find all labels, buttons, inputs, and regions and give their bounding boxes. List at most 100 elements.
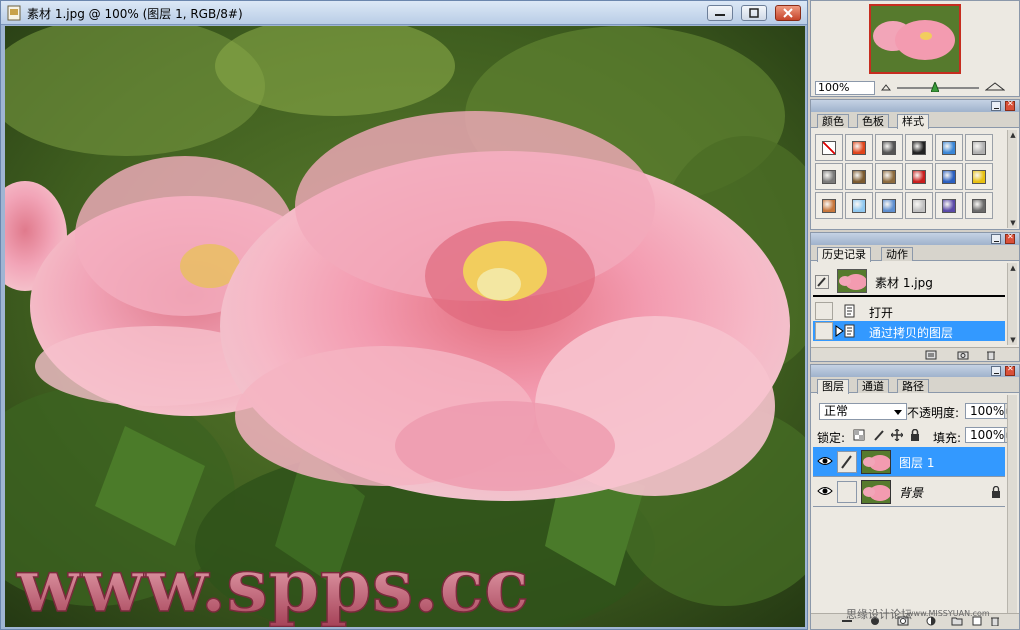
tab-layers[interactable]: 图层	[817, 379, 849, 394]
layers-panel-close-button[interactable]	[1005, 364, 1015, 376]
style-swatch[interactable]	[905, 192, 933, 219]
history-snapshot-row[interactable]: 素材 1.jpg	[813, 267, 1005, 297]
lock-position-icon[interactable]	[891, 429, 903, 441]
history-step-brush-source[interactable]	[815, 322, 833, 340]
style-swatch[interactable]	[875, 134, 903, 161]
tab-history[interactable]: 历史记录	[817, 247, 871, 262]
delete-layer-icon[interactable]	[989, 616, 1001, 626]
layer-name[interactable]: 背景	[899, 484, 923, 501]
scroll-down-icon[interactable]: ▼	[1009, 336, 1017, 344]
styles-panel-minimize-button[interactable]	[991, 101, 1001, 111]
blend-mode-select[interactable]: 正常	[819, 403, 907, 420]
layer-thumbnail	[861, 480, 891, 504]
tab-paths[interactable]: 路径	[897, 379, 929, 393]
style-swatch[interactable]	[965, 134, 993, 161]
chrome-style-icon	[822, 170, 836, 184]
tab-swatches[interactable]: 色板	[857, 114, 889, 128]
style-swatch[interactable]	[845, 134, 873, 161]
snapshot-thumbnail	[837, 269, 867, 293]
scroll-up-icon[interactable]: ▲	[1009, 131, 1017, 139]
tab-channels[interactable]: 通道	[857, 379, 889, 393]
layers-panel-header[interactable]	[811, 364, 1019, 377]
history-step-brush-source[interactable]	[815, 302, 833, 320]
style-swatch[interactable]	[935, 134, 963, 161]
lock-transparent-pixels-icon[interactable]	[853, 429, 865, 441]
peony-photo: www.spps.cc	[5, 26, 805, 627]
image-canvas[interactable]: www.spps.cc	[5, 26, 805, 627]
zoom-slider-knob[interactable]	[931, 82, 939, 92]
graphite-style-icon	[972, 199, 986, 213]
style-swatch[interactable]	[875, 192, 903, 219]
lock-all-icon[interactable]	[909, 429, 921, 441]
document-title: 素材 1.jpg @ 100% (图层 1, RGB/8#)	[27, 7, 243, 21]
layer-link-box[interactable]	[837, 481, 857, 503]
style-swatch[interactable]	[935, 163, 963, 190]
fill-label: 填充:	[933, 431, 962, 445]
snapshot-brush-icon[interactable]	[815, 275, 829, 289]
style-swatch[interactable]	[815, 192, 843, 219]
style-swatch[interactable]	[815, 134, 843, 161]
layer-name[interactable]: 图层 1	[899, 454, 934, 471]
red-style-icon	[912, 170, 926, 184]
style-swatch[interactable]	[965, 192, 993, 219]
gray-style-icon	[972, 141, 986, 155]
snapshot-preview-image	[838, 270, 866, 292]
lock-image-pixels-icon[interactable]	[873, 429, 885, 441]
close-button[interactable]	[775, 5, 801, 21]
history-step-open[interactable]: 打开	[813, 301, 1005, 321]
navigator-thumbnail[interactable]	[869, 4, 961, 74]
zoom-out-icon[interactable]	[881, 81, 891, 91]
document-window: 素材 1.jpg @ 100% (图层 1, RGB/8#) www.spps.…	[0, 0, 808, 630]
photoshop-workspace: 素材 1.jpg @ 100% (图层 1, RGB/8#) www.spps.…	[0, 0, 1020, 630]
layers-panel-minimize-button[interactable]	[991, 366, 1001, 376]
brown-style-icon	[852, 170, 866, 184]
document-title-bar[interactable]: 素材 1.jpg @ 100% (图层 1, RGB/8#)	[1, 1, 807, 25]
styles-scrollbar[interactable]: ▲ ▼	[1007, 130, 1017, 228]
style-swatch[interactable]	[905, 163, 933, 190]
eye-icon[interactable]	[817, 455, 833, 467]
create-snapshot-icon[interactable]	[957, 350, 969, 360]
history-panel-close-button[interactable]	[1005, 232, 1015, 244]
delete-state-icon[interactable]	[985, 350, 997, 360]
scroll-down-icon[interactable]: ▼	[1009, 219, 1017, 227]
tab-color[interactable]: 颜色	[817, 114, 849, 128]
maximize-button[interactable]	[741, 5, 767, 21]
layer-row-background[interactable]: 背景	[813, 477, 1005, 507]
glow-style-icon	[852, 141, 866, 155]
layer-row-layer-1[interactable]: 图层 1	[813, 447, 1005, 477]
history-panel-header[interactable]	[811, 232, 1019, 245]
history-step-icon	[844, 304, 855, 318]
styles-panel: 颜色 色板 样式 ▲ ▼	[810, 99, 1020, 230]
style-swatch[interactable]	[875, 163, 903, 190]
navigator-preview-image	[871, 6, 959, 72]
history-scrollbar[interactable]: ▲ ▼	[1007, 263, 1017, 345]
layer-brush-icon[interactable]	[837, 451, 857, 473]
sparkle-style-icon	[912, 199, 926, 213]
history-panel-minimize-button[interactable]	[991, 234, 1001, 244]
layer-preview-image	[862, 481, 890, 503]
close-icon	[783, 8, 793, 18]
site-watermark-name: 思缘设计论坛	[846, 608, 912, 621]
tab-actions[interactable]: 动作	[881, 247, 913, 261]
eye-icon[interactable]	[817, 485, 833, 497]
style-swatch[interactable]	[845, 163, 873, 190]
style-swatch[interactable]	[965, 163, 993, 190]
history-panel-tabs: 历史记录 动作	[811, 245, 1019, 262]
styles-panel-close-button[interactable]	[1005, 99, 1015, 111]
lock-label: 锁定:	[817, 431, 846, 445]
styles-panel-header[interactable]	[811, 99, 1019, 112]
style-swatch[interactable]	[845, 192, 873, 219]
tab-styles[interactable]: 样式	[897, 114, 929, 129]
layers-panel: 图层 通道 路径 正常 不透明度: 100% ▶ 锁定: 填充: 100% ▶	[810, 364, 1020, 630]
history-step-layer-via-copy[interactable]: 通过拷贝的图层	[813, 321, 1005, 341]
maximize-icon	[749, 8, 759, 18]
style-swatch[interactable]	[905, 134, 933, 161]
new-document-from-state-icon[interactable]	[925, 350, 937, 360]
layers-scrollbar[interactable]	[1007, 395, 1017, 615]
style-swatch[interactable]	[935, 192, 963, 219]
minimize-button[interactable]	[707, 5, 733, 21]
navigator-zoom-field[interactable]: 100%	[815, 81, 875, 95]
zoom-in-icon[interactable]	[985, 81, 1005, 91]
style-swatch[interactable]	[815, 163, 843, 190]
scroll-up-icon[interactable]: ▲	[1009, 264, 1017, 272]
